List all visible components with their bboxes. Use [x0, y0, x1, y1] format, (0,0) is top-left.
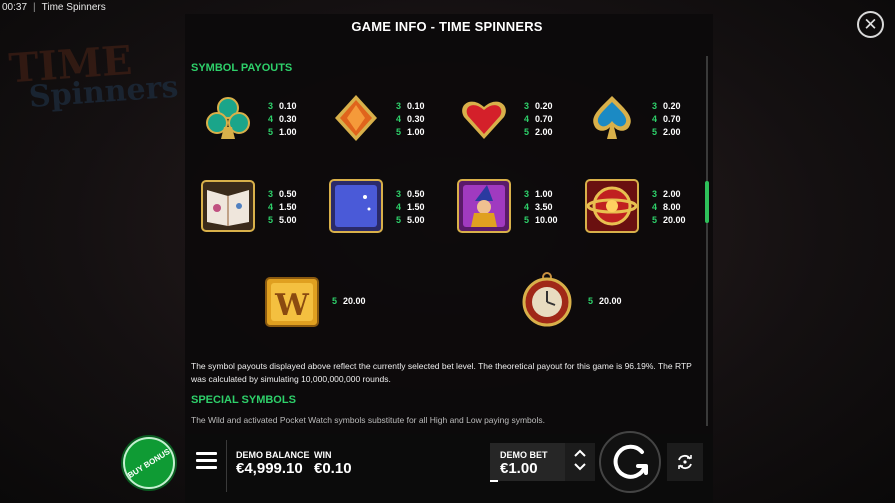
svg-text:W: W — [274, 288, 310, 323]
diamond-gem-icon — [329, 91, 383, 145]
payout-list: 3 0.10 4 0.30 5 1.00 — [268, 101, 297, 137]
buy-bonus-button[interactable]: BUY BONUS — [123, 437, 175, 489]
bet-stepper[interactable] — [565, 443, 595, 481]
chevron-up-icon[interactable] — [574, 449, 586, 461]
window-titlebar: 00:37 | Time Spinners — [0, 0, 106, 14]
payout-note: The symbol payouts displayed above refle… — [191, 361, 692, 384]
club-gem-icon — [201, 91, 255, 145]
spin-button[interactable] — [599, 431, 661, 493]
payout-list: 5 20.00 — [588, 296, 622, 306]
special-symbols-heading: SPECIAL SYMBOLS — [191, 394, 296, 406]
chevron-down-icon[interactable] — [574, 463, 586, 475]
wild-w-icon: W — [265, 275, 319, 329]
bet-label: DEMO BET — [500, 450, 548, 460]
page-title: GAME INFO - TIME SPINNERS — [351, 19, 543, 34]
wizard-icon — [457, 179, 511, 233]
golden-orb-icon — [585, 179, 639, 233]
clock: 00:37 — [2, 1, 28, 13]
game-logo-background: TIME Spinners — [7, 36, 180, 116]
win-value: €0.10 — [314, 460, 352, 477]
autoplay-button[interactable] — [667, 443, 703, 481]
payout-list: 3 0.50 4 1.50 5 5.00 — [268, 189, 297, 225]
payout-list: 5 20.00 — [332, 296, 366, 306]
spade-gem-icon — [585, 91, 639, 145]
bet-value: €1.00 — [500, 460, 538, 477]
win-label: WIN — [314, 450, 332, 460]
close-button[interactable]: ✕ — [857, 11, 884, 38]
payout-list: 3 0.50 4 1.50 5 5.00 — [396, 189, 425, 225]
divider — [226, 440, 227, 492]
symbol-payouts-heading: SYMBOL PAYOUTS — [191, 62, 293, 74]
pocket-watch-icon — [520, 272, 574, 327]
payout-list: 3 0.20 4 0.70 5 2.00 — [524, 101, 553, 137]
magic-scroll-icon — [329, 179, 383, 233]
hamburger-menu-icon[interactable] — [196, 452, 217, 472]
special-symbols-text: The Wild and activated Pocket Watch symb… — [191, 415, 546, 425]
autoplay-icon — [678, 454, 692, 470]
titlebar-separator: | — [33, 1, 36, 13]
payout-list: 3 0.10 4 0.30 5 1.00 — [396, 101, 425, 137]
spell-book-icon — [201, 179, 255, 233]
payout-list: 3 1.00 4 3.50 5 10.00 — [524, 189, 558, 225]
heart-gem-icon — [457, 91, 511, 145]
bet-indicator — [490, 480, 498, 482]
balance-value: €4,999.10 — [236, 460, 303, 477]
scrollbar-thumb[interactable] — [705, 181, 709, 223]
buy-bonus-label: BUY BONUS — [126, 446, 172, 480]
close-icon: ✕ — [863, 15, 878, 34]
balance-label: DEMO BALANCE — [236, 450, 310, 460]
payout-list: 3 2.00 4 8.00 5 20.00 — [652, 189, 686, 225]
spin-arrow-icon — [613, 444, 648, 479]
app-title: Time Spinners — [41, 1, 106, 13]
scrollbar-track[interactable] — [706, 56, 708, 426]
payout-list: 3 0.20 4 0.70 5 2.00 — [652, 101, 681, 137]
